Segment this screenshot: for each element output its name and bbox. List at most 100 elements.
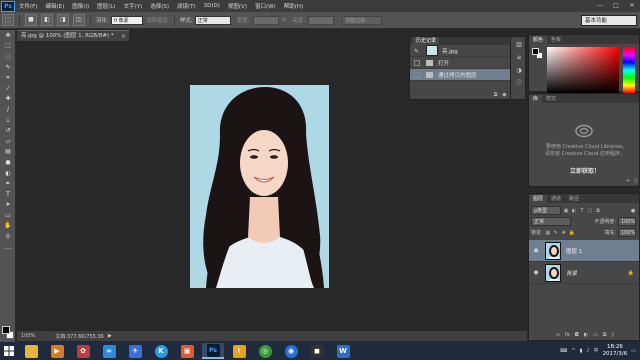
tool-quick-mask[interactable] bbox=[0, 330, 16, 341]
taskbar-chrome[interactable]: ◎ bbox=[254, 343, 276, 359]
taskbar-app-store[interactable]: ▣ bbox=[176, 343, 198, 359]
tool-gradient[interactable]: ▤ bbox=[0, 147, 16, 158]
hue-slider[interactable] bbox=[623, 47, 635, 93]
taskbar-app-k[interactable]: K bbox=[150, 343, 172, 359]
add-selection-icon[interactable]: ◧ bbox=[41, 14, 53, 26]
maximize-button[interactable]: □ bbox=[610, 1, 622, 10]
keyboard-icon[interactable]: ⌨ bbox=[560, 348, 567, 354]
properties-icon[interactable]: ≡ bbox=[512, 52, 526, 63]
style-select[interactable]: 正常 bbox=[194, 15, 231, 25]
filter-adjustment-icon[interactable]: ◐ bbox=[571, 208, 577, 214]
tool-brush[interactable]: / bbox=[0, 104, 16, 115]
taskbar-app-media[interactable]: ◼ bbox=[306, 343, 328, 359]
document-tab[interactable]: 亮.jpg @ 100% (图层 1, RGB/8#) * × bbox=[17, 30, 129, 41]
taskbar-browser[interactable]: ◉ bbox=[280, 343, 302, 359]
volume-icon[interactable]: ♪ bbox=[586, 348, 589, 354]
menu-file[interactable]: 文件(F) bbox=[15, 2, 41, 10]
visibility-eye-icon[interactable]: ◉ bbox=[532, 247, 540, 254]
taskbar-app-wing[interactable]: ⌇ bbox=[228, 343, 250, 359]
add-mask-icon[interactable]: ◘ bbox=[575, 332, 579, 338]
tool-dodge[interactable]: ◐ bbox=[0, 168, 16, 179]
layer-row-layer-1[interactable]: ◉ 图层 1 bbox=[529, 240, 639, 262]
width-input[interactable] bbox=[252, 15, 279, 25]
tab-history[interactable]: 历史记录 bbox=[413, 37, 440, 45]
tool-lasso[interactable]: ◌ bbox=[0, 51, 16, 62]
notifications-icon[interactable]: ▭ bbox=[631, 348, 636, 354]
trash-icon[interactable]: ▯ bbox=[634, 178, 637, 186]
menu-3d[interactable]: 3D(D) bbox=[200, 3, 224, 9]
camera-icon[interactable]: ◉ bbox=[502, 92, 506, 98]
info-icon[interactable]: ⓘ bbox=[512, 78, 526, 89]
menu-help[interactable]: 帮助(H) bbox=[280, 2, 307, 10]
tool-clone-stamp[interactable]: ⊥ bbox=[0, 115, 16, 126]
lock-position-icon[interactable]: ✥ bbox=[561, 230, 567, 236]
new-layer-icon[interactable]: ⧉ bbox=[603, 332, 607, 338]
tool-more[interactable]: … bbox=[0, 242, 16, 253]
tray-arrow-icon[interactable]: ^ bbox=[571, 348, 575, 354]
input-method-icon[interactable]: 中 bbox=[594, 347, 599, 354]
status-menu-arrow-icon[interactable]: ▶ bbox=[108, 333, 112, 339]
tool-pen[interactable]: ✒ bbox=[0, 178, 16, 189]
adjustments-icon[interactable]: ◑ bbox=[512, 65, 526, 76]
history-step[interactable]: 打开 bbox=[410, 57, 524, 69]
add-content-icon[interactable]: + bbox=[626, 178, 630, 186]
filter-smart-icon[interactable]: ⧉ bbox=[595, 208, 601, 214]
tool-path-select[interactable]: ➤ bbox=[0, 200, 16, 211]
get-now-link[interactable]: 立即获取！ bbox=[529, 166, 640, 175]
menu-image[interactable]: 图像(I) bbox=[68, 2, 93, 10]
taskbar-word[interactable]: W bbox=[332, 343, 354, 359]
filter-toggle-icon[interactable]: ● bbox=[630, 208, 636, 214]
tool-move[interactable]: ✥ bbox=[0, 30, 16, 41]
history-icon[interactable]: ▥ bbox=[512, 39, 526, 50]
document-canvas[interactable] bbox=[190, 85, 329, 288]
tab-styles[interactable]: 样式 bbox=[542, 95, 560, 103]
tool-zoom[interactable]: ⚲ bbox=[0, 231, 16, 242]
taskbar-file-explorer[interactable] bbox=[20, 343, 42, 359]
link-layers-icon[interactable]: ∞ bbox=[556, 332, 560, 338]
tab-paths[interactable]: 路径 bbox=[565, 195, 583, 203]
marquee-tool-preset-icon[interactable]: ⬚ bbox=[2, 14, 14, 26]
start-button[interactable] bbox=[0, 342, 18, 360]
tool-eyedropper[interactable]: ⁄ bbox=[0, 83, 16, 94]
workspace-select[interactable]: 基本功能 bbox=[581, 15, 637, 26]
tool-shape[interactable]: ▭ bbox=[0, 210, 16, 221]
history-snapshot[interactable]: ✎ 亮.jpg bbox=[410, 45, 524, 57]
tool-history-brush[interactable]: ↺ bbox=[0, 125, 16, 136]
taskbar-photoshop[interactable]: Ps bbox=[202, 343, 224, 359]
tool-healing[interactable]: ✚ bbox=[0, 94, 16, 105]
color-picker-field[interactable] bbox=[547, 47, 619, 93]
visibility-eye-icon[interactable]: ◉ bbox=[532, 269, 540, 276]
menu-layer[interactable]: 图层(L) bbox=[93, 2, 119, 10]
refine-edge-button[interactable]: 调整边缘... bbox=[342, 15, 383, 25]
menu-view[interactable]: 视图(V) bbox=[224, 2, 251, 10]
history-source-checkbox[interactable] bbox=[414, 59, 420, 66]
tab-swatches[interactable]: 色板 bbox=[547, 36, 565, 44]
menu-window[interactable]: 窗口(W) bbox=[251, 2, 280, 10]
tool-eraser[interactable]: ▱ bbox=[0, 136, 16, 147]
new-selection-icon[interactable]: ■ bbox=[25, 14, 37, 26]
minimize-button[interactable]: — bbox=[594, 1, 606, 10]
tab-channels[interactable]: 通道 bbox=[547, 195, 565, 203]
layer-row-background[interactable]: ◉ 背景 🔒 bbox=[529, 262, 639, 284]
taskbar-app-bird[interactable]: ✈ bbox=[124, 343, 146, 359]
filter-shape-icon[interactable]: ▢ bbox=[587, 208, 593, 214]
subtract-selection-icon[interactable]: ◨ bbox=[57, 14, 69, 26]
tab-libraries[interactable]: 库 bbox=[529, 95, 543, 103]
intersect-selection-icon[interactable]: ◫ bbox=[73, 14, 85, 26]
menu-type[interactable]: 文字(Y) bbox=[120, 2, 147, 10]
swap-icon[interactable]: ⇄ bbox=[282, 17, 287, 23]
layer-filter-select[interactable]: ρ类型 bbox=[531, 206, 561, 215]
clock[interactable]: 18:26 2017/3/6 bbox=[603, 344, 628, 357]
taskbar-app-red[interactable]: ✿ bbox=[72, 343, 94, 359]
tool-quick-select[interactable]: ✎ bbox=[0, 62, 16, 73]
color-panel-swatches[interactable] bbox=[532, 48, 543, 60]
menu-filter[interactable]: 滤镜(T) bbox=[173, 2, 200, 10]
blend-mode-select[interactable]: 正常 bbox=[531, 217, 571, 226]
zoom-level[interactable]: 100% bbox=[21, 333, 35, 339]
menu-edit[interactable]: 编辑(E) bbox=[41, 2, 68, 10]
tool-hand[interactable]: ✋ bbox=[0, 221, 16, 232]
tool-blur[interactable]: ● bbox=[0, 157, 16, 168]
tab-color[interactable]: 颜色 bbox=[529, 36, 548, 44]
foreground-color-swatch[interactable] bbox=[532, 48, 539, 55]
adjustment-layer-icon[interactable]: ◐ bbox=[584, 332, 588, 338]
